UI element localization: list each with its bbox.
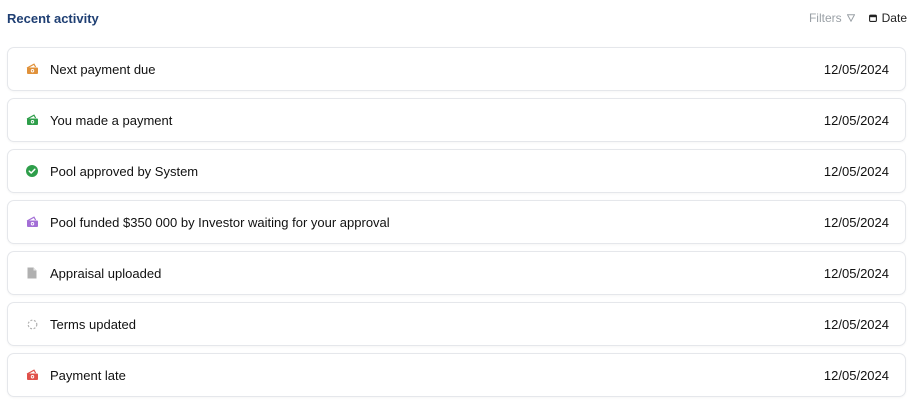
money-icon (25, 113, 39, 127)
filter-funnel-icon (846, 14, 855, 22)
header-controls: Filters Date (809, 11, 907, 25)
panel-header: Recent activity Filters Date (7, 8, 907, 28)
activity-date: 12/05/2024 (823, 265, 889, 281)
money-icon (25, 215, 39, 229)
date-label: Date (881, 11, 907, 25)
activity-item[interactable]: Payment late 12/05/2024 (7, 353, 906, 397)
panel-title: Recent activity (7, 10, 99, 26)
document-icon (25, 266, 39, 280)
activity-item[interactable]: Appraisal uploaded 12/05/2024 (7, 251, 906, 295)
activity-label: Next payment due (50, 61, 156, 77)
activity-label: Appraisal uploaded (50, 265, 162, 281)
loading-circle-icon (25, 317, 39, 331)
recent-activity-panel: Recent activity Filters Date Next paymen… (0, 0, 917, 411)
activity-label: Payment late (50, 367, 126, 383)
activity-item[interactable]: Pool funded $350 000 by Investor waiting… (7, 200, 906, 244)
activity-date: 12/05/2024 (823, 214, 889, 230)
activity-item[interactable]: Pool approved by System 12/05/2024 (7, 149, 906, 193)
activity-item[interactable]: Terms updated 12/05/2024 (7, 302, 906, 346)
activity-date: 12/05/2024 (823, 367, 889, 383)
money-icon (25, 368, 39, 382)
filters-button[interactable]: Filters (809, 11, 855, 25)
date-sort-button[interactable]: Date (868, 11, 907, 25)
activity-label: Pool approved by System (50, 163, 199, 179)
filters-label: Filters (808, 11, 842, 25)
activity-date: 12/05/2024 (823, 112, 889, 128)
activity-date: 12/05/2024 (823, 163, 889, 179)
calendar-icon (868, 14, 877, 22)
check-circle-icon (25, 164, 39, 178)
activity-date: 12/05/2024 (823, 61, 889, 77)
money-icon (25, 62, 39, 76)
activity-label: Terms updated (50, 316, 136, 332)
activity-list: Next payment due 12/05/2024 You made a pay… (7, 47, 906, 404)
activity-date: 12/05/2024 (823, 316, 889, 332)
activity-item[interactable]: Next payment due 12/05/2024 (7, 47, 906, 91)
activity-item[interactable]: You made a payment 12/05/2024 (7, 98, 906, 142)
activity-label: Pool funded $350 000 by Investor waiting… (50, 214, 390, 230)
activity-label: You made a payment (50, 112, 173, 128)
